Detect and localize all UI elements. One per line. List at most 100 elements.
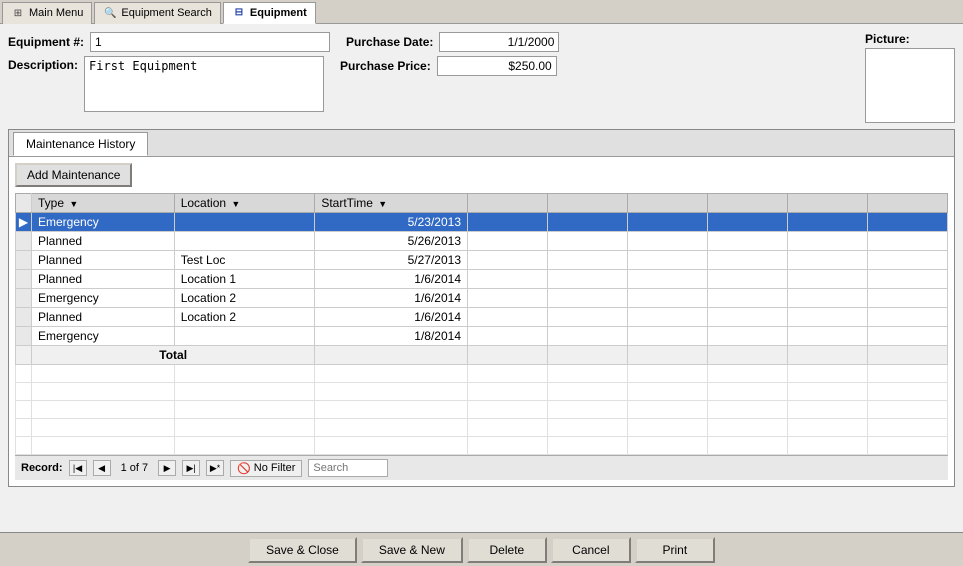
cell-starttime: 5/27/2013 [315, 251, 468, 270]
empty-cell [788, 419, 868, 437]
search-input[interactable] [308, 459, 388, 477]
row-selector: ▶ [16, 213, 32, 232]
cell-empty [708, 327, 788, 346]
table-empty-row [16, 419, 948, 437]
maintenance-table-container: Type ▼ Location ▼ StartTime ▼ [15, 193, 948, 455]
col-header-type[interactable]: Type ▼ [32, 194, 175, 213]
col-header-extra1 [468, 194, 548, 213]
purchase-date-input[interactable] [439, 32, 559, 52]
cell-empty [788, 251, 868, 270]
tab-main-menu[interactable]: ⊞ Main Menu [2, 2, 92, 24]
table-row[interactable]: Planned5/26/2013 [16, 232, 948, 251]
table-empty-row [16, 365, 948, 383]
maintenance-tab-label[interactable]: Maintenance History [13, 132, 148, 156]
cell-empty [868, 327, 948, 346]
cell-empty [628, 270, 708, 289]
cell-empty [708, 251, 788, 270]
empty-cell [32, 383, 175, 401]
nav-last-button[interactable]: ▶| [182, 460, 200, 476]
table-row[interactable]: PlannedLocation 11/6/2014 [16, 270, 948, 289]
cell-empty [708, 289, 788, 308]
cell-empty [548, 327, 628, 346]
description-group: Description: First Equipment [8, 56, 324, 112]
total-empty [548, 346, 628, 365]
tab-equipment-search[interactable]: 🔍 Equipment Search [94, 2, 221, 24]
cell-starttime: 1/8/2014 [315, 327, 468, 346]
delete-button[interactable]: Delete [467, 537, 547, 563]
nav-prev-button[interactable]: ◀ [93, 460, 111, 476]
table-row[interactable]: Emergency 1/8/2014 [16, 327, 948, 346]
total-label: Total [32, 346, 315, 365]
purchase-price-input[interactable] [437, 56, 557, 76]
cell-empty [548, 251, 628, 270]
cell-type: Emergency [32, 327, 175, 346]
cell-empty [548, 270, 628, 289]
total-empty [788, 346, 868, 365]
empty-cell [548, 365, 628, 383]
total-empty [628, 346, 708, 365]
empty-cell [315, 401, 468, 419]
total-empty [868, 346, 948, 365]
empty-cell [548, 437, 628, 455]
add-maintenance-button[interactable]: Add Maintenance [15, 163, 132, 187]
col-header-starttime[interactable]: StartTime ▼ [315, 194, 468, 213]
table-row[interactable]: ▶Emergency5/23/2013 [16, 213, 948, 232]
tab-main-menu-label: Main Menu [29, 7, 83, 19]
equipment-num-input[interactable] [90, 32, 330, 52]
nav-new-button[interactable]: ▶* [206, 460, 224, 476]
nav-first-button[interactable]: |◀ [69, 460, 87, 476]
cell-empty [468, 251, 548, 270]
purchase-date-label: Purchase Date: [346, 35, 433, 49]
cell-empty [788, 289, 868, 308]
nav-next-button[interactable]: ▶ [158, 460, 176, 476]
cell-empty [708, 270, 788, 289]
bottom-bar: Save & Close Save & New Delete Cancel Pr… [0, 532, 963, 566]
cell-starttime: 1/6/2014 [315, 308, 468, 327]
save-close-button[interactable]: Save & Close [248, 537, 357, 563]
empty-cell [32, 419, 175, 437]
cell-empty [788, 308, 868, 327]
row-selector [16, 251, 32, 270]
col-header-location[interactable]: Location ▼ [174, 194, 315, 213]
cell-empty [628, 308, 708, 327]
maintenance-table-body: ▶Emergency5/23/2013Planned5/26/2013Plann… [16, 213, 948, 455]
col-header-extra5 [788, 194, 868, 213]
table-row[interactable]: PlannedTest Loc5/27/2013 [16, 251, 948, 270]
right-section: Picture: [865, 32, 955, 123]
equipment-icon: ⊟ [232, 6, 246, 20]
empty-cell [788, 365, 868, 383]
cell-empty [868, 251, 948, 270]
col-header-extra2 [548, 194, 628, 213]
empty-cell [788, 383, 868, 401]
left-fields: Equipment #: Purchase Date: Description:… [8, 32, 845, 116]
maintenance-content: Add Maintenance Type ▼ Location [9, 157, 954, 486]
cell-empty [708, 213, 788, 232]
cell-empty [468, 289, 548, 308]
main-menu-icon: ⊞ [11, 6, 25, 20]
empty-cell [708, 437, 788, 455]
equipment-num-label: Equipment #: [8, 35, 84, 49]
print-button[interactable]: Print [635, 537, 715, 563]
row-selector [16, 308, 32, 327]
save-new-button[interactable]: Save & New [361, 537, 463, 563]
picture-label: Picture: [865, 32, 910, 46]
table-row[interactable]: PlannedLocation 21/6/2014 [16, 308, 948, 327]
table-header-row: Type ▼ Location ▼ StartTime ▼ [16, 194, 948, 213]
no-filter-button[interactable]: 🚫 No Filter [230, 460, 302, 477]
cell-location [174, 327, 315, 346]
empty-cell [468, 365, 548, 383]
table-row[interactable]: EmergencyLocation 21/6/2014 [16, 289, 948, 308]
description-input[interactable]: First Equipment [84, 56, 324, 112]
cell-empty [868, 213, 948, 232]
purchase-price-label: Purchase Price: [340, 59, 431, 73]
empty-cell [174, 401, 315, 419]
table-total-row: Total [16, 346, 948, 365]
cell-location: Location 1 [174, 270, 315, 289]
cancel-button[interactable]: Cancel [551, 537, 631, 563]
cell-empty [868, 270, 948, 289]
record-info: 1 of 7 [121, 462, 149, 474]
empty-cell [315, 437, 468, 455]
empty-cell [315, 383, 468, 401]
empty-cell [16, 365, 32, 383]
tab-equipment[interactable]: ⊟ Equipment [223, 2, 316, 24]
